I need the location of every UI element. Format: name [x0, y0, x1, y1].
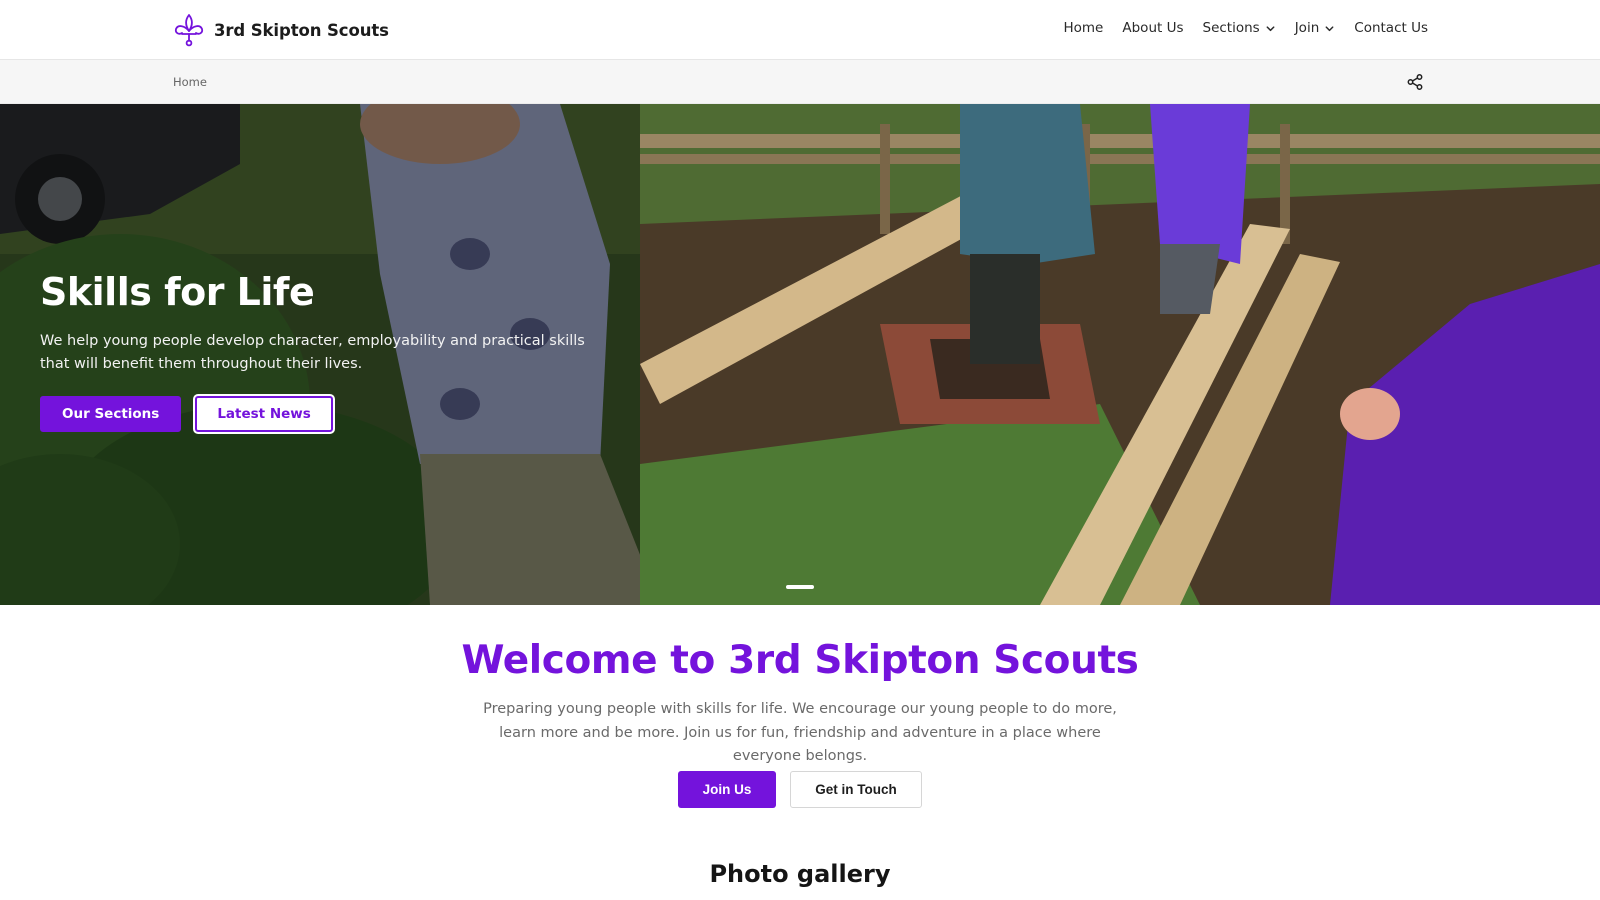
chevron-down-icon: [1266, 25, 1275, 31]
carousel-dot[interactable]: [786, 585, 814, 589]
fleur-de-lis-icon: [174, 14, 204, 47]
hero-carousel: Skills for Life We help young people dev…: [0, 104, 1600, 605]
nav-label: Contact Us: [1354, 20, 1428, 36]
nav-item-home[interactable]: Home: [1064, 20, 1104, 36]
join-us-button[interactable]: Join Us: [678, 771, 776, 808]
carousel-indicators: [0, 585, 1600, 589]
breadcrumb-item-home[interactable]: Home: [173, 75, 207, 89]
nav-label: Home: [1063, 20, 1104, 36]
welcome-buttons: Join Us Get in Touch: [0, 771, 1600, 808]
photo-gallery-heading: Photo gallery: [709, 860, 891, 888]
welcome-description: Preparing young people with skills for l…: [483, 701, 1117, 764]
hero-description: We help young people develop character, …: [40, 333, 585, 372]
nav-label: About Us: [1122, 20, 1184, 36]
latest-news-button[interactable]: Latest News: [195, 396, 333, 432]
nav-label: Join: [1294, 20, 1320, 36]
chevron-down-icon: [1325, 25, 1334, 31]
brand-name: 3rd Skipton Scouts: [214, 20, 389, 40]
brand-link[interactable]: 3rd Skipton Scouts: [172, 12, 389, 48]
hero-buttons: Our Sections Latest News: [40, 396, 333, 432]
get-in-touch-button[interactable]: Get in Touch: [790, 771, 922, 808]
nav-item-join[interactable]: Join: [1295, 20, 1336, 36]
welcome-title: Welcome to 3rd Skipton Scouts: [461, 638, 1139, 683]
main-nav: Home About Us Sections Join Contact Us: [1064, 20, 1429, 36]
nav-item-contact-us[interactable]: Contact Us: [1354, 20, 1428, 36]
nav-item-sections[interactable]: Sections: [1203, 20, 1276, 36]
our-sections-button[interactable]: Our Sections: [40, 396, 182, 432]
nav-label: Sections: [1202, 20, 1260, 36]
nav-item-about-us[interactable]: About Us: [1122, 20, 1183, 36]
breadcrumb: Home: [0, 60, 1600, 104]
site-header: 3rd Skipton Scouts Home About Us Section…: [0, 0, 1600, 60]
share-icon[interactable]: [1406, 73, 1424, 91]
hero-title: Skills for Life: [40, 270, 315, 314]
